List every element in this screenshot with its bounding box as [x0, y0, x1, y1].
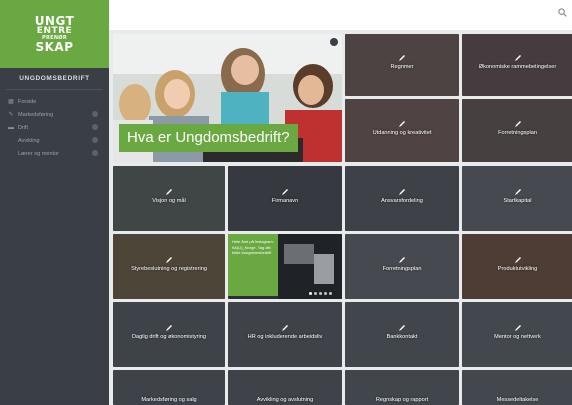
sidebar-divider [6, 89, 103, 90]
tile-label: Daglig drift og økonomistyring [132, 333, 206, 340]
expand-icon[interactable] [92, 124, 98, 130]
pencil-icon [514, 324, 521, 331]
tile-utdanning-og-kreativitet[interactable]: Utdanning og kreativitet [345, 99, 459, 162]
tile-produktutvikling[interactable]: Produktutvikling [462, 234, 572, 299]
pencil-icon [514, 188, 521, 195]
tile-visjon-og-mal[interactable]: Visjon og mål [113, 166, 225, 231]
sidebar-item-label: Markedsføring [18, 111, 54, 118]
tile-label: Messedeltakelse [496, 397, 539, 403]
sidebar-item-laerer-og-mentor[interactable]: Lærer og mentor [0, 148, 109, 159]
sidebar-item-avvikling[interactable]: Avvikling [0, 135, 109, 146]
expand-icon[interactable] [92, 150, 98, 156]
sidebar-item-label: Avvikling [18, 137, 40, 144]
ad-photo [278, 234, 342, 299]
sidebar-item-label: Lærer og mentor [18, 150, 59, 157]
tile-regnmer[interactable]: Regnmer [345, 34, 459, 96]
pencil-icon [166, 188, 172, 195]
tile-markedsforing-og-salg[interactable]: Markedsføring og salg [113, 370, 225, 405]
pencil-icon [399, 55, 405, 61]
logo-line-4: SKAP [35, 40, 74, 54]
folder-icon: ▬ [8, 124, 14, 131]
pencil-icon [399, 188, 405, 195]
carousel-dots[interactable] [309, 292, 332, 295]
carousel-dot[interactable] [314, 292, 317, 295]
pencil-icon [282, 324, 288, 331]
expand-icon[interactable] [92, 111, 98, 117]
hero-tile[interactable]: Hva er Ungdomsbedrift? [113, 34, 342, 162]
pencil-icon [399, 324, 405, 331]
carousel-dot[interactable] [329, 292, 332, 295]
tile-label: Visjon og mål [152, 197, 186, 204]
carousel-dot[interactable] [309, 292, 312, 295]
tile-ansvarsfordeling[interactable]: Ansvarsfordeling [345, 166, 459, 231]
hero-caption: Hva er Ungdomsbedrift? [119, 124, 298, 152]
expand-icon[interactable] [92, 137, 98, 143]
carousel-dot[interactable] [319, 292, 322, 295]
tile-label: Bankkontakt [386, 333, 418, 340]
tile-label: HR og inkluderende arbeidsliv [247, 333, 323, 340]
tile-label: Mentor og nettverk [494, 333, 541, 340]
pencil-icon [514, 256, 521, 263]
tile-label: Forretningsplan [382, 265, 422, 272]
tile-firmanavn[interactable]: Firmanavn [228, 166, 342, 231]
tile-forretningsplan-2[interactable]: Forretningsplan [345, 234, 459, 299]
sidebar-menu: ▦ Forside ✎ Markedsføring ▬ Drift Avvikl… [0, 96, 109, 161]
tile-label: Produktutvikling [497, 265, 538, 272]
sidebar-item-markedsforing[interactable]: ✎ Markedsføring [0, 109, 109, 120]
logo-text: UNGT ENTRE PRENØR SKAP [35, 15, 75, 53]
tile-label: Regnmer [390, 64, 414, 70]
tile-hr[interactable]: HR og inkluderende arbeidsliv [228, 302, 342, 367]
company-name: UNGDOMSBEDRIFT [19, 75, 90, 82]
pencil-icon [514, 120, 521, 127]
tile-styrebeslutning-og-registrering[interactable]: Styrebeslutning og registrering [113, 234, 225, 299]
tile-label: Firmanavn [271, 197, 299, 204]
ad-tile[interactable]: Hele året på Instagram: 9A(U)_Norge. Tag… [228, 234, 342, 299]
top-bar [109, 0, 572, 30]
sidebar-item-forside[interactable]: ▦ Forside [0, 96, 109, 107]
sidebar-item-drift[interactable]: ▬ Drift [0, 122, 109, 133]
carousel-dot[interactable] [324, 292, 327, 295]
pencil-icon: ✎ [8, 111, 14, 118]
pencil-icon [399, 120, 405, 127]
sidebar-item-label: Forside [18, 98, 37, 105]
tile-label: Markedsføring og salg [141, 397, 197, 403]
tile-label: Styrebeslutning og registrering [131, 265, 207, 272]
sidebar-item-label: Drift [18, 124, 29, 131]
pencil-icon [514, 55, 521, 61]
tile-label: Forretningsplan [498, 129, 537, 136]
tile-daglig-drift[interactable]: Daglig drift og økonomistyring [113, 302, 225, 367]
tile-label: Regnskap og rapport [375, 397, 429, 403]
sidebar: UNGT ENTRE PRENØR SKAP UNGDOMSBEDRIFT ▦ … [0, 0, 109, 405]
pencil-icon [399, 256, 405, 263]
tile-startkapital[interactable]: Startkapital [462, 166, 572, 231]
tile-forretningsplan[interactable]: Forretningsplan [462, 99, 572, 162]
tile-label: Ansvarsfordeling [381, 197, 423, 204]
pencil-icon [282, 188, 288, 195]
tile-label: Avvikling og avslutning [256, 397, 314, 403]
logo-line-3: PRENØR [41, 35, 67, 41]
brand-logo[interactable]: UNGT ENTRE PRENØR SKAP [0, 0, 109, 68]
tile-messedeltakelse[interactable]: Messedeltakelse [462, 370, 572, 405]
user-icon [330, 38, 338, 46]
pencil-icon [166, 324, 172, 331]
grid-icon: ▦ [8, 98, 14, 105]
tile-mentor-og-nettverk[interactable]: Mentor og nettverk [462, 302, 572, 367]
tile-bankkontakt[interactable]: Bankkontakt [345, 302, 459, 367]
tile-regnskap[interactable]: Regnskap og rapport [345, 370, 459, 405]
pencil-icon [166, 256, 172, 263]
search-icon[interactable] [558, 8, 567, 17]
ad-text: Hele året på Instagram: 9A(U)_Norge. Tag… [232, 239, 274, 255]
ad-panel: Hele året på Instagram: 9A(U)_Norge. Tag… [228, 234, 278, 296]
tile-okonomiske-rammebetingelser[interactable]: Økonomiske rammebetingelser [462, 34, 572, 96]
tile-label: Økonomiske rammebetingelser [478, 64, 557, 70]
tile-avvikling[interactable]: Avvikling og avslutning [228, 370, 342, 405]
tile-label: Startkapital [503, 197, 532, 204]
tile-label: Utdanning og kreativitet [372, 129, 432, 136]
